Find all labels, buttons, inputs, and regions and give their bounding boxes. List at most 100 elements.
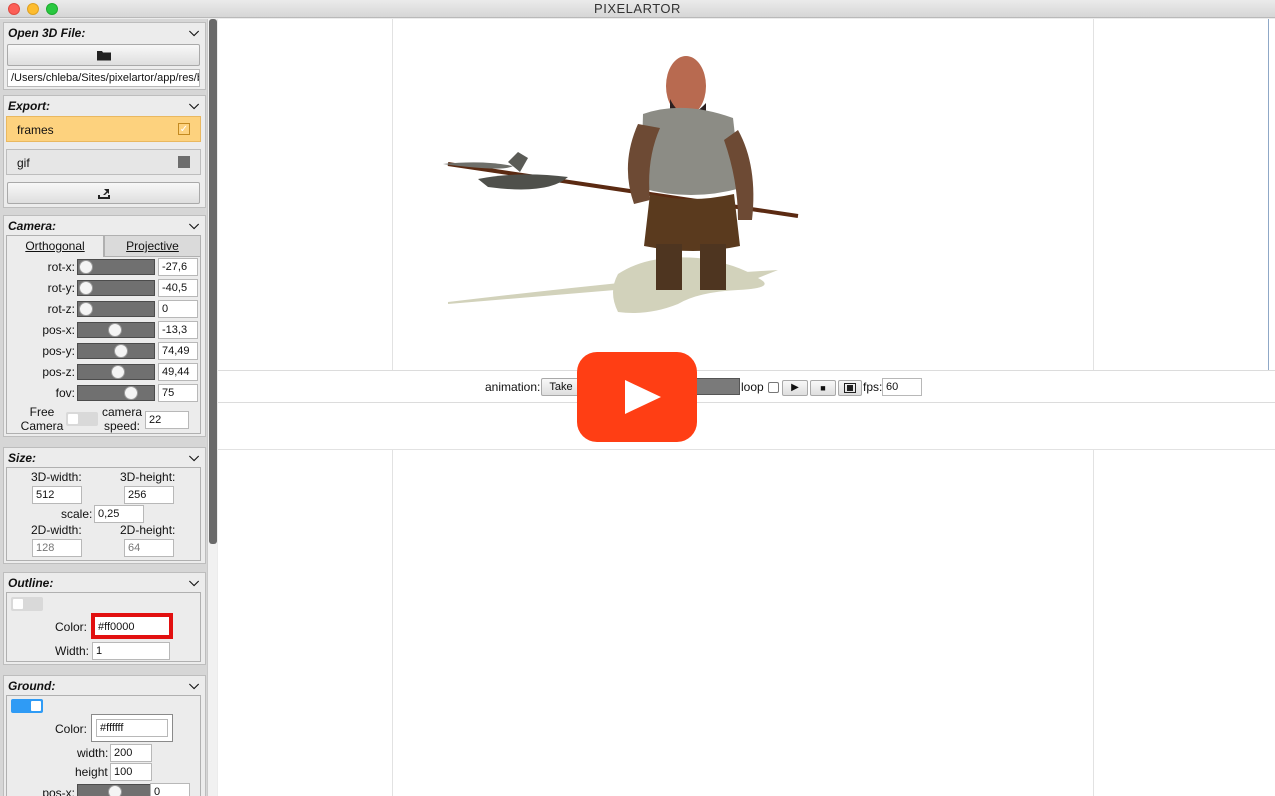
outline-panel: Outline: ⌵ Color: #ff0000 Width: 1 [3, 572, 206, 665]
ground-pos-x-field[interactable]: 0 [150, 783, 190, 796]
film-icon [844, 383, 856, 393]
rot-z-slider[interactable] [77, 301, 155, 317]
slider-knob[interactable] [108, 323, 122, 337]
toggle-knob [68, 414, 78, 424]
export-header[interactable]: Export: ⌵ [4, 96, 205, 116]
export-icon [97, 189, 110, 199]
ground-title: Ground: [8, 679, 56, 693]
outline-toggle[interactable] [11, 597, 43, 611]
window-title: PIXELARTOR [594, 1, 681, 16]
animation-bar: animation: Take loop ▶ ■ fps: 60 [218, 370, 1275, 403]
outline-color-field[interactable]: #ff0000 [91, 613, 173, 639]
ground-width-field[interactable]: 200 [110, 744, 152, 762]
sidebar-scrollbar[interactable] [207, 19, 217, 796]
pos-z-field[interactable]: 49,44 [158, 363, 198, 381]
animation-timeline-slider[interactable] [696, 378, 740, 395]
play-button[interactable]: ▶ [782, 380, 808, 396]
record-button[interactable] [838, 380, 862, 396]
rot-y-field[interactable]: -40,5 [158, 279, 198, 297]
fov-field[interactable]: 75 [158, 384, 198, 402]
slider-knob[interactable] [79, 302, 93, 316]
youtube-play-button[interactable] [577, 352, 697, 442]
minimize-window-button[interactable] [27, 3, 39, 15]
ground-color-field[interactable]: #ffffff [96, 719, 168, 737]
ground-height-field[interactable]: 100 [110, 763, 152, 781]
rot-y-slider[interactable] [77, 280, 155, 296]
chevron-down-icon[interactable]: ⌵ [189, 24, 199, 40]
checkbox-checked-icon[interactable]: ✓ [178, 123, 190, 135]
rot-x-field[interactable]: -27,6 [158, 258, 198, 276]
pos-y-slider[interactable] [77, 343, 155, 359]
export-button[interactable] [7, 182, 200, 204]
chevron-down-icon[interactable]: ⌵ [189, 449, 199, 465]
chevron-down-icon[interactable]: ⌵ [189, 574, 199, 590]
pos-y-field[interactable]: 74,49 [158, 342, 198, 360]
3d-height-field[interactable]: 256 [124, 486, 174, 504]
pos-z-label: pos-z: [42, 365, 75, 379]
slider-knob[interactable] [111, 365, 125, 379]
slider-knob[interactable] [108, 785, 122, 796]
pos-z-row: pos-z: 49,44 [7, 363, 202, 383]
camera-header[interactable]: Camera: ⌵ [4, 216, 205, 236]
ground-header[interactable]: Ground: ⌵ [4, 676, 205, 696]
rot-z-field[interactable]: 0 [158, 300, 198, 318]
ground-controls: Color: #ffffff width: 200 height 100 pos… [6, 695, 201, 796]
fps-field[interactable]: 60 [882, 378, 922, 396]
chevron-down-icon[interactable]: ⌵ [189, 97, 199, 113]
slider-knob[interactable] [114, 344, 128, 358]
stop-icon: ■ [820, 383, 826, 393]
preview-divider [218, 449, 1275, 450]
size-panel: Size: ⌵ 3D-width: 512 3D-height: 256 sca… [3, 447, 206, 564]
open-file-button[interactable] [7, 44, 200, 66]
fov-slider[interactable] [77, 385, 155, 401]
open-file-header[interactable]: Open 3D File: ⌵ [4, 23, 205, 43]
rot-z-row: rot-z: 0 [7, 300, 202, 320]
camera-speed-field[interactable]: 22 [145, 411, 189, 429]
2d-width-field: 128 [32, 539, 82, 557]
outline-title: Outline: [8, 576, 54, 590]
animation-select[interactable]: Take [541, 378, 581, 396]
file-path-field[interactable]: /Users/chleba/Sites/pixelartor/app/res/b [7, 69, 200, 87]
free-camera-label: Free Camera [20, 405, 64, 433]
fov-label: fov: [55, 386, 75, 400]
ground-pos-x-slider[interactable] [77, 784, 155, 796]
slider-knob[interactable] [79, 260, 93, 274]
loop-checkbox[interactable] [768, 382, 779, 393]
export-frames-toggle[interactable]: frames ✓ [6, 116, 201, 142]
canvas-border-edge [1268, 19, 1269, 370]
chevron-down-icon[interactable]: ⌵ [189, 217, 199, 233]
rot-x-slider[interactable] [77, 259, 155, 275]
tab-projective[interactable]: Projective [104, 235, 201, 257]
pos-x-field[interactable]: -13,3 [158, 321, 198, 339]
scale-field[interactable]: 0,25 [94, 505, 144, 523]
slider-knob[interactable] [124, 386, 138, 400]
close-window-button[interactable] [8, 3, 20, 15]
rot-y-row: rot-y: -40,5 [7, 279, 202, 299]
stop-button[interactable]: ■ [810, 380, 836, 396]
render-stage[interactable]: animation: Take loop ▶ ■ fps: 60 [218, 19, 1275, 796]
scale-label: scale: [61, 507, 93, 521]
loop-label: loop [741, 380, 764, 394]
youtube-play-icon [625, 380, 661, 414]
ground-color-box[interactable]: #ffffff [91, 714, 173, 742]
slider-knob[interactable] [79, 281, 93, 295]
ground-toggle[interactable] [11, 699, 43, 713]
toggle-knob [31, 701, 41, 711]
chevron-down-icon[interactable]: ⌵ [189, 677, 199, 693]
pos-x-slider[interactable] [77, 322, 155, 338]
size-header[interactable]: Size: ⌵ [4, 448, 205, 468]
checkbox-unchecked-icon[interactable] [178, 156, 190, 168]
camera-panel: Camera: ⌵ Orthogonal Projective rot-x: -… [3, 215, 206, 437]
tab-orthogonal[interactable]: Orthogonal [6, 235, 104, 257]
maximize-window-button[interactable] [46, 3, 58, 15]
scrollbar-thumb[interactable] [209, 19, 217, 544]
pos-z-slider[interactable] [77, 364, 155, 380]
outline-width-field[interactable]: 1 [92, 642, 170, 660]
fps-label: fps: [863, 380, 883, 394]
export-gif-toggle[interactable]: gif [6, 149, 201, 175]
ground-height-label: height [75, 765, 108, 779]
preview-border-right [1093, 450, 1094, 796]
free-camera-toggle[interactable] [66, 412, 98, 426]
3d-width-field[interactable]: 512 [32, 486, 82, 504]
outline-header[interactable]: Outline: ⌵ [4, 573, 205, 593]
